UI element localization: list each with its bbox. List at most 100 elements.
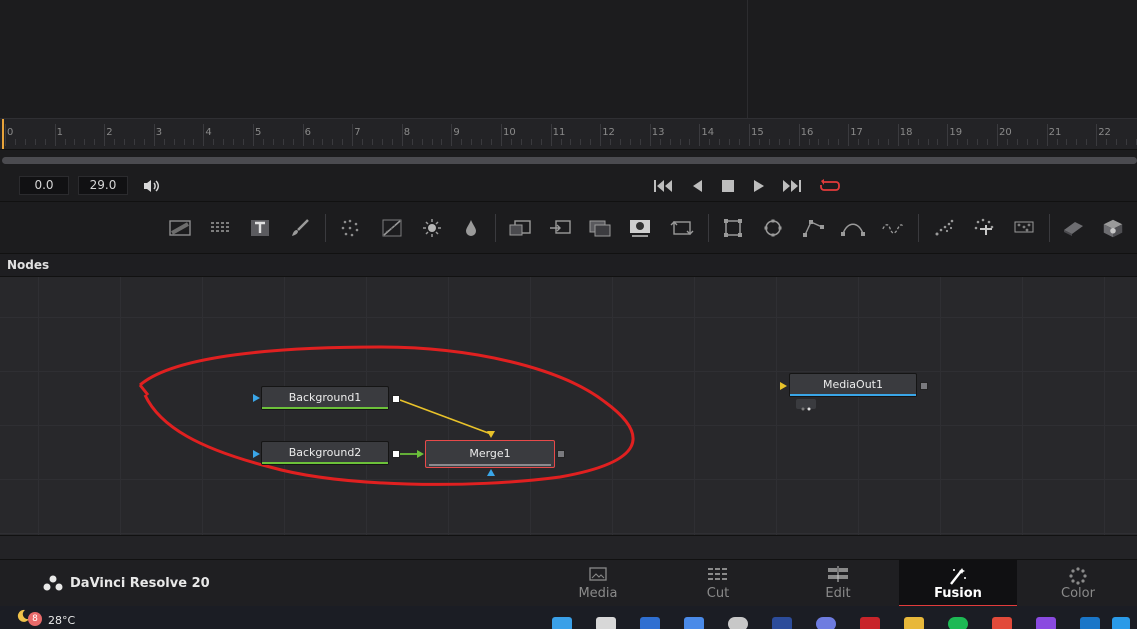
transform-tool-icon[interactable] (670, 216, 694, 240)
node-background2[interactable]: Background2 (261, 441, 389, 465)
ruler-minor-tick (94, 139, 96, 145)
ruler-tick-label: 15 (751, 127, 764, 138)
mediaout1-output-port[interactable] (920, 382, 928, 390)
mediaout1-view-indicator-icon[interactable] (796, 399, 816, 411)
background1-input-port[interactable] (253, 394, 260, 402)
ruler-tick-label: 9 (453, 127, 460, 138)
node-editor-canvas[interactable] (0, 277, 1137, 535)
ruler-tick-label: 10 (503, 127, 516, 138)
merge-tool-icon[interactable] (508, 216, 532, 240)
toolbar-separator (325, 214, 326, 242)
playhead[interactable] (2, 119, 4, 149)
color-page-icon (1069, 567, 1087, 585)
page-tab-edit[interactable]: Edit (779, 560, 897, 607)
scrub-track[interactable] (2, 157, 1137, 164)
bspline-mask-icon[interactable] (841, 216, 865, 240)
ruler-tick (947, 124, 949, 146)
go-to-end-icon[interactable] (781, 175, 803, 197)
shape-3d-icon[interactable] (1012, 216, 1036, 240)
channel-booleans-icon[interactable] (548, 216, 572, 240)
background-tool-icon[interactable] (168, 216, 192, 240)
matte-control-icon[interactable] (588, 216, 612, 240)
windows-start-icon[interactable] (552, 617, 572, 629)
ruler-minor-tick (1076, 139, 1078, 145)
ruler-tick (203, 124, 205, 146)
node-mediaout1[interactable]: MediaOut1 (789, 373, 917, 397)
polygon-mask-icon[interactable] (801, 216, 825, 240)
page-tab-media[interactable]: Media (539, 560, 657, 607)
volume-icon[interactable] (140, 175, 162, 197)
page-tab-fusion[interactable]: Fusion (899, 560, 1017, 607)
viewer-divider[interactable] (747, 0, 748, 118)
merge1-background-input-port[interactable] (487, 431, 495, 438)
page-tab-color[interactable]: Color (1019, 560, 1137, 607)
time-ruler[interactable]: 0 1 2 3 4 5 6 7 8 9 10 11 12 13 14 15 16 17 18 19 20 21 22 (0, 118, 1137, 150)
weather-temperature[interactable]: 28°C (48, 614, 75, 627)
step-back-icon[interactable] (686, 175, 708, 197)
visual-studio-icon[interactable] (1036, 617, 1056, 629)
node-merge1[interactable]: Merge1 (425, 440, 555, 468)
pdf-icon[interactable] (860, 617, 880, 629)
ruler-tick (104, 124, 106, 146)
end-time-field[interactable]: 29.0 (78, 176, 128, 195)
mail-icon[interactable] (640, 617, 660, 629)
mediaout1-input-port[interactable] (780, 382, 787, 390)
ruler-minor-tick (213, 139, 215, 145)
outlook-icon[interactable] (1080, 617, 1100, 629)
mask-tool-icon[interactable] (628, 216, 652, 240)
merge-3d-icon[interactable] (1101, 216, 1125, 240)
pemitter-icon[interactable] (932, 216, 956, 240)
go-to-start-icon[interactable] (652, 175, 674, 197)
background1-output-port[interactable] (392, 395, 400, 403)
ruler-minor-tick (64, 139, 66, 145)
ruler-minor-tick (322, 139, 324, 145)
background2-input-port[interactable] (253, 450, 260, 458)
ruler-tick-label: 14 (701, 127, 715, 138)
page-tab-cut[interactable]: Cut (659, 560, 777, 607)
weather-badge[interactable]: 8 (28, 612, 42, 626)
obs-icon[interactable] (728, 617, 748, 629)
spotify-icon[interactable] (948, 617, 968, 629)
ruler-minor-tick (590, 139, 592, 145)
paint-tool-icon[interactable] (208, 216, 232, 240)
copilot-icon[interactable] (684, 617, 704, 629)
brightness-tool-icon[interactable] (420, 216, 444, 240)
node-background1[interactable]: Background1 (261, 386, 389, 410)
paint-stroke-mask-icon[interactable] (881, 216, 905, 240)
scrub-bar[interactable] (0, 150, 1137, 170)
brush-tool-icon[interactable] (288, 216, 312, 240)
file-explorer-icon[interactable] (904, 617, 924, 629)
task-view-icon[interactable] (596, 617, 616, 629)
curves-tool-icon[interactable] (380, 216, 404, 240)
ruler-minor-tick (193, 139, 195, 145)
vscode-icon[interactable] (1112, 617, 1130, 629)
background2-output-port[interactable] (392, 450, 400, 458)
ellipse-mask-icon[interactable] (761, 216, 785, 240)
loop-icon[interactable] (819, 175, 841, 197)
blur-tool-icon[interactable] (459, 216, 483, 240)
stop-icon[interactable] (717, 175, 739, 197)
nodes-panel-header: Nodes (0, 254, 1137, 277)
app-icon-red[interactable] (992, 617, 1012, 629)
prender-icon[interactable] (972, 216, 996, 240)
text-tool-icon[interactable] (248, 216, 272, 240)
discord-icon[interactable] (816, 617, 836, 629)
particles-tool-icon[interactable] (338, 216, 362, 240)
ruler-minor-tick (1006, 139, 1008, 145)
ruler-tick-label: 18 (899, 127, 913, 138)
ruler-minor-tick (758, 139, 760, 145)
ruler-minor-tick (1016, 139, 1018, 145)
rectangle-mask-icon[interactable] (721, 216, 745, 240)
page-tab-label: Media (578, 586, 618, 601)
merge1-output-port[interactable] (557, 450, 565, 458)
ruler-minor-tick (629, 139, 631, 145)
image-plane-3d-icon[interactable] (1061, 216, 1085, 240)
current-time-field[interactable]: 0.0 (19, 176, 69, 195)
merge1-foreground-input-port[interactable] (417, 450, 424, 458)
app-icon[interactable] (772, 617, 792, 629)
cut-page-icon (708, 568, 728, 580)
node-editor-footer (0, 535, 1137, 559)
merge1-effect-mask-port[interactable] (487, 469, 495, 476)
play-icon[interactable] (748, 175, 770, 197)
viewer-area[interactable] (0, 0, 1137, 118)
